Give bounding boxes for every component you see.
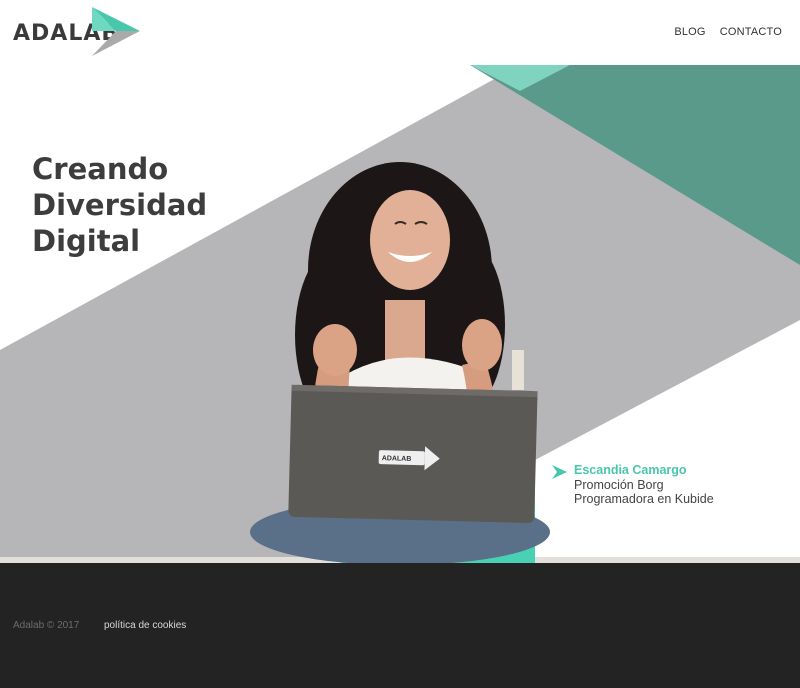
copyright-text: Adalab © 2017: [13, 620, 80, 631]
site-header: ADALAB BLOG CONTACTO: [0, 0, 800, 65]
nav-blog-link[interactable]: BLOG: [674, 26, 705, 38]
testimonial-role: Programadora en Kubide: [574, 492, 714, 506]
testimonial-promotion: Promoción Borg: [574, 477, 664, 492]
headline-line-3: Digital: [32, 224, 141, 258]
site-footer: Adalab © 2017 política de cookies: [0, 563, 800, 688]
adalab-logo[interactable]: ADALAB: [12, 7, 142, 57]
headline-line-2: Diversidad: [32, 188, 208, 222]
cookies-policy-link[interactable]: política de cookies: [104, 620, 186, 631]
nav-contacto-link[interactable]: CONTACTO: [720, 26, 782, 38]
main-nav: BLOG CONTACTO: [674, 26, 782, 38]
hero-section: Creando Diversidad Digital ADALAB Escand…: [0, 65, 800, 563]
hero-person-illustration: ADALAB: [250, 162, 550, 563]
laptop-sticker-text: ADALAB: [382, 455, 412, 463]
logo-arrow-icon: [92, 7, 140, 56]
testimonial-chevron-icon: [552, 465, 567, 479]
testimonial-name: Escandia Camargo: [574, 463, 687, 477]
hero-headline: Creando Diversidad Digital: [32, 151, 232, 259]
headline-line-1: Creando: [32, 152, 169, 186]
